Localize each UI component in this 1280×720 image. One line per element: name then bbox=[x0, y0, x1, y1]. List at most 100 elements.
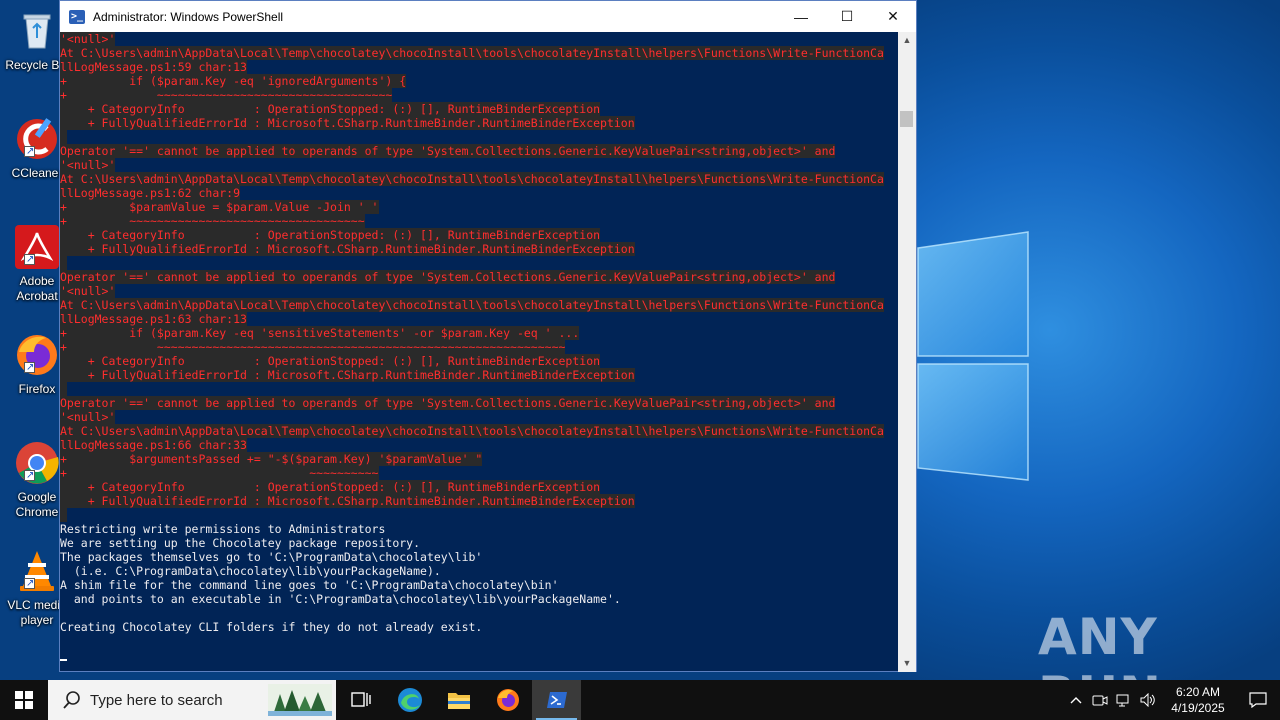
error-text: + CategoryInfo : OperationStopped: (:) [… bbox=[60, 354, 601, 368]
console-line: + ~~~~~~~~~~~~~~~~~~~~~~~~~~~~~~~~~~ bbox=[60, 88, 898, 102]
close-button[interactable]: ✕ bbox=[870, 1, 916, 32]
console-line: At C:\Users\admin\AppData\Local\Temp\cho… bbox=[60, 46, 898, 60]
error-text: + CategoryInfo : OperationStopped: (:) [… bbox=[60, 480, 601, 494]
scroll-up-arrow-icon[interactable]: ▲ bbox=[898, 32, 916, 49]
console-line bbox=[60, 130, 898, 144]
scrollbar-thumb[interactable] bbox=[900, 111, 913, 127]
error-text: + FullyQualifiedErrorId : Microsoft.CSha… bbox=[60, 368, 635, 382]
console-line: At C:\Users\admin\AppData\Local\Temp\cho… bbox=[60, 424, 898, 438]
error-text: llLogMessage.ps1:62 char:9 bbox=[60, 186, 241, 200]
console-line: Operator '==' cannot be applied to opera… bbox=[60, 144, 898, 158]
console-line bbox=[60, 256, 898, 270]
search-placeholder: Type here to search bbox=[90, 691, 223, 709]
error-text: '<null>' bbox=[60, 284, 116, 298]
error-text: + FullyQualifiedErrorId : Microsoft.CSha… bbox=[60, 494, 635, 508]
powershell-window[interactable]: >_ Administrator: Windows PowerShell — ☐… bbox=[59, 0, 917, 672]
console-line: + $paramValue = $param.Value -Join ' ' bbox=[60, 200, 898, 214]
shortcut-arrow-icon bbox=[24, 468, 35, 483]
taskbar-edge-button[interactable] bbox=[385, 680, 434, 720]
console-line: llLogMessage.ps1:59 char:13 bbox=[60, 60, 898, 74]
taskbar-powershell-button[interactable] bbox=[532, 680, 581, 720]
console-line: The packages themselves go to 'C:\Progra… bbox=[60, 550, 898, 564]
error-text: + if ($param.Key -eq 'ignoredArguments')… bbox=[60, 74, 407, 88]
error-text: Operator '==' cannot be applied to opera… bbox=[60, 396, 836, 410]
console-line: llLogMessage.ps1:62 char:9 bbox=[60, 186, 898, 200]
console-line: '<null>' bbox=[60, 32, 898, 46]
taskbar-search-box[interactable]: Type here to search bbox=[48, 680, 336, 720]
error-text bbox=[60, 508, 67, 522]
shortcut-arrow-icon bbox=[24, 576, 35, 591]
search-icon bbox=[63, 691, 80, 709]
task-view-button[interactable] bbox=[336, 680, 385, 720]
title-bar[interactable]: >_ Administrator: Windows PowerShell — ☐… bbox=[60, 1, 916, 32]
output-text: A shim file for the command line goes to… bbox=[60, 578, 559, 592]
minimize-button[interactable]: — bbox=[778, 1, 824, 32]
notification-center-button[interactable] bbox=[1236, 680, 1280, 720]
console-line: + ~~~~~~~~~~ bbox=[60, 466, 898, 480]
console-line: + if ($param.Key -eq 'sensitiveStatement… bbox=[60, 326, 898, 340]
watermark-text: ANY RUN bbox=[1038, 608, 1161, 680]
console-line: + FullyQualifiedErrorId : Microsoft.CSha… bbox=[60, 242, 898, 256]
console-line: '<null>' bbox=[60, 410, 898, 424]
error-text: '<null>' bbox=[60, 410, 116, 424]
output-text: Creating Chocolatey CLI folders if they … bbox=[60, 620, 483, 634]
error-text: + if ($param.Key -eq 'sensitiveStatement… bbox=[60, 326, 580, 340]
output-text: Restricting write permissions to Adminis… bbox=[60, 522, 386, 536]
console-line: We are setting up the Chocolatey package… bbox=[60, 536, 898, 550]
meet-now-icon[interactable] bbox=[1088, 680, 1112, 720]
recycle-bin-icon bbox=[14, 8, 60, 54]
console-line: + ~~~~~~~~~~~~~~~~~~~~~~~~~~~~~~~~~~ bbox=[60, 214, 898, 228]
console-line: Operator '==' cannot be applied to opera… bbox=[60, 396, 898, 410]
output-text: and points to an executable in 'C:\Progr… bbox=[60, 592, 621, 606]
console-line: At C:\Users\admin\AppData\Local\Temp\cho… bbox=[60, 298, 898, 312]
firefox-icon bbox=[14, 332, 60, 378]
shortcut-arrow-icon bbox=[24, 144, 35, 159]
vlc-icon bbox=[14, 548, 60, 594]
console-line bbox=[60, 648, 898, 662]
error-text: llLogMessage.ps1:66 char:33 bbox=[60, 438, 247, 452]
console-line: At C:\Users\admin\AppData\Local\Temp\cho… bbox=[60, 172, 898, 186]
volume-icon[interactable] bbox=[1136, 680, 1160, 720]
console-line: + FullyQualifiedErrorId : Microsoft.CSha… bbox=[60, 494, 898, 508]
shortcut-arrow-icon bbox=[24, 252, 35, 267]
console-output[interactable]: '<null>' At C:\Users\admin\AppData\Local\… bbox=[60, 32, 898, 672]
console-line: llLogMessage.ps1:63 char:13 bbox=[60, 312, 898, 326]
ccleaner-icon bbox=[14, 116, 60, 162]
console-line: A shim file for the command line goes to… bbox=[60, 578, 898, 592]
firefox-icon bbox=[496, 689, 519, 711]
error-text: + $argumentsPassed += "-$($param.Key) '$… bbox=[60, 452, 483, 466]
start-button[interactable] bbox=[0, 680, 48, 720]
taskbar-clock[interactable]: 6:20 AM 4/19/2025 bbox=[1160, 684, 1236, 716]
console-line bbox=[60, 382, 898, 396]
notification-icon bbox=[1249, 692, 1267, 708]
taskbar: Type here to search 6:20 AM 4/19/2025 bbox=[0, 680, 1280, 720]
error-text bbox=[60, 256, 67, 270]
network-icon[interactable] bbox=[1112, 680, 1136, 720]
vertical-scrollbar[interactable]: ▲ ▼ bbox=[898, 32, 916, 672]
output-text: We are setting up the Chocolatey package… bbox=[60, 536, 421, 550]
error-text: '<null>' bbox=[60, 158, 116, 172]
taskbar-firefox-button[interactable] bbox=[483, 680, 532, 720]
console-line: + if ($param.Key -eq 'ignoredArguments')… bbox=[60, 74, 898, 88]
error-text: + CategoryInfo : OperationStopped: (:) [… bbox=[60, 228, 601, 242]
error-text: + ~~~~~~~~~~~~~~~~~~~~~~~~~~~~~~~~~~ bbox=[60, 214, 365, 228]
console-line: '<null>' bbox=[60, 158, 898, 172]
error-text bbox=[60, 130, 67, 144]
console-line: + FullyQualifiedErrorId : Microsoft.CSha… bbox=[60, 116, 898, 130]
scroll-down-arrow-icon[interactable]: ▼ bbox=[898, 655, 916, 672]
console-line: + ~~~~~~~~~~~~~~~~~~~~~~~~~~~~~~~~~~~~~~… bbox=[60, 340, 898, 354]
maximize-button[interactable]: ☐ bbox=[824, 1, 870, 32]
console-line: and points to an executable in 'C:\Progr… bbox=[60, 592, 898, 606]
powershell-icon bbox=[546, 692, 567, 708]
console-line: Creating Chocolatey CLI folders if they … bbox=[60, 620, 898, 634]
clock-date: 4/19/2025 bbox=[1171, 701, 1225, 715]
shortcut-arrow-icon bbox=[24, 360, 35, 375]
search-highlight-illustration bbox=[268, 684, 332, 716]
taskbar-file-explorer-button[interactable] bbox=[434, 680, 483, 720]
task-view-icon bbox=[350, 692, 371, 707]
error-text: + $paramValue = $param.Value -Join ' ' bbox=[60, 200, 379, 214]
error-text: + CategoryInfo : OperationStopped: (:) [… bbox=[60, 102, 601, 116]
console-line: Restricting write permissions to Adminis… bbox=[60, 522, 898, 536]
chevron-up-icon[interactable] bbox=[1064, 680, 1088, 720]
